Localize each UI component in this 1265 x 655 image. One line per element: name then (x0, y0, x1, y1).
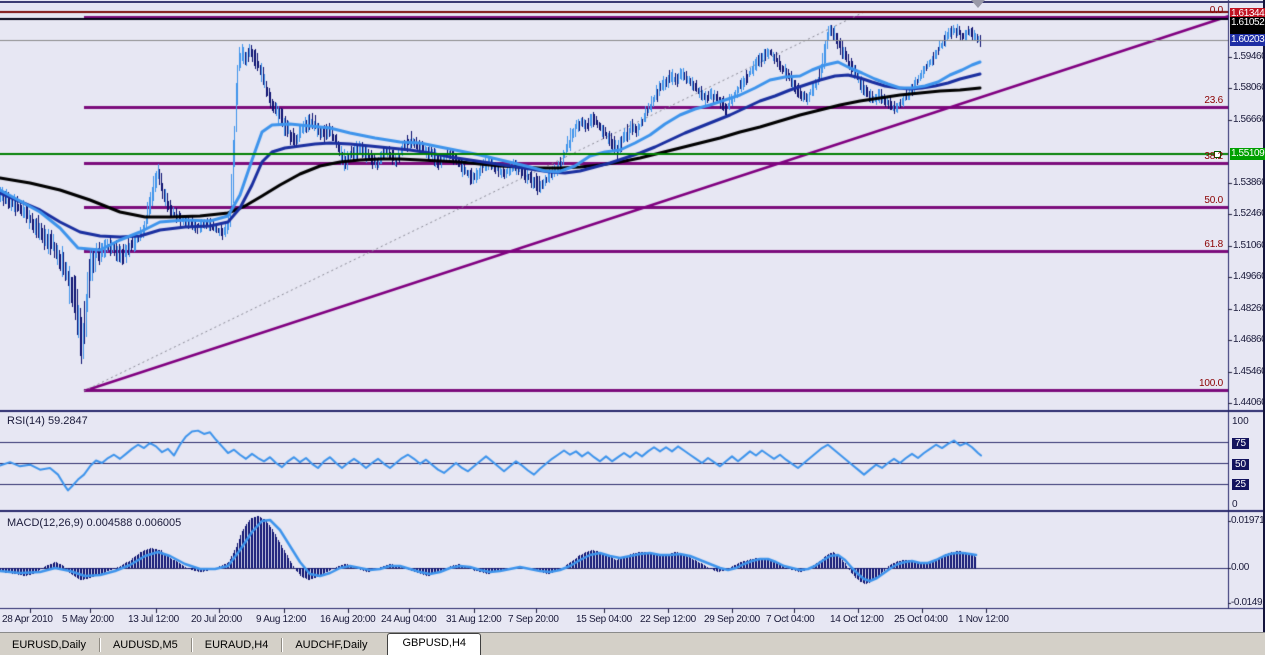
chart-tab-eurusd[interactable]: EURUSD,Daily (0, 636, 98, 655)
bid-price-badge: 1.60203 (1230, 34, 1265, 46)
macd-axis-label: -0.01491 (1231, 597, 1265, 608)
tab-separator (281, 638, 283, 652)
macd-indicator-title: MACD(12,26,9) 0.004588 0.006005 (7, 517, 182, 529)
rsi-level-label: 100 (1232, 416, 1249, 427)
price-axis-label: 1.56660 (1233, 114, 1265, 125)
time-axis-label: 7 Oct 04:00 (766, 614, 815, 625)
hidden-price-badge (1230, 27, 1265, 34)
window-top-border (0, 1, 1265, 3)
time-axis-label: 7 Sep 20:00 (508, 614, 559, 625)
time-axis-label: 5 May 20:00 (62, 614, 114, 625)
tab-separator (190, 638, 192, 652)
macd-axis-label: 0.00 (1231, 562, 1249, 573)
chart-tab-euraud[interactable]: EURAUD,H4 (193, 636, 281, 655)
chart-tab-audusd[interactable]: AUDUSD,M5 (101, 636, 190, 655)
price-axis-label: 1.49660 (1233, 271, 1265, 282)
tab-separator (98, 638, 100, 652)
chart-tab-gbpusd[interactable]: GBPUSD,H4 (387, 633, 482, 655)
time-axis-label: 31 Aug 12:00 (446, 614, 502, 625)
green-line-price-badge: 1.55109 (1230, 148, 1265, 160)
price-axis-label: 1.59460 (1233, 51, 1265, 62)
price-axis-label: 1.58060 (1233, 82, 1265, 93)
trading-chart-window: 1.59460 1.58060 1.56660 1.53860 1.52460 1.510… (0, 0, 1265, 655)
time-axis-label: 1 Nov 12:00 (958, 614, 1009, 625)
time-axis-label: 25 Oct 04:00 (894, 614, 948, 625)
price-axis-label: 1.46860 (1233, 334, 1265, 345)
time-axis-label: 29 Sep 20:00 (704, 614, 760, 625)
macd-axis-label: 0.019711 (1231, 515, 1265, 526)
price-axis-label: 1.51060 (1233, 240, 1265, 251)
price-axis-label: 1.52460 (1233, 208, 1265, 219)
price-axis-label: 1.45460 (1233, 366, 1265, 377)
fib-level-label: 100.0 (1198, 378, 1223, 389)
rsi-level-label: 0 (1232, 499, 1238, 510)
chart-shift-marker-icon[interactable] (971, 0, 985, 8)
price-axis-label: 1.44060 (1233, 397, 1265, 408)
fib-level-label: 23.6 (1204, 95, 1223, 106)
rsi-level-label: 25 (1232, 479, 1250, 490)
time-axis-label: 9 Aug 12:00 (256, 614, 307, 625)
time-axis-label: 20 Jul 20:00 (191, 614, 242, 625)
rsi-level-label: 75 (1232, 438, 1250, 449)
fib-level-label: 0.0 (1209, 5, 1224, 16)
time-axis-label: 28 Apr 2010 (2, 614, 53, 625)
time-axis-label: 13 Jul 12:00 (128, 614, 179, 625)
time-axis-label: 15 Sep 04:00 (576, 614, 632, 625)
time-axis-label: 24 Aug 04:00 (381, 614, 437, 625)
fib-level-label: 50.0 (1204, 195, 1223, 206)
price-axis-label: 1.48260 (1233, 303, 1265, 314)
price-axis-label: 1.53860 (1233, 177, 1265, 188)
fib-level-label: 61.8 (1204, 239, 1223, 250)
chart-tab-bar: EURUSD,Daily AUDUSD,M5 EURAUD,H4 AUDCHF,Dai… (0, 632, 1265, 655)
chart-canvas[interactable] (0, 0, 1265, 632)
time-axis-label: 16 Aug 20:00 (320, 614, 376, 625)
rsi-indicator-title: RSI(14) 59.2847 (7, 415, 88, 427)
rsi-level-label: 50 (1232, 459, 1250, 470)
chart-tab-audchf[interactable]: AUDCHF,Daily (283, 636, 379, 655)
time-axis-label: 22 Sep 12:00 (640, 614, 696, 625)
time-axis-label: 14 Oct 12:00 (830, 614, 884, 625)
fib-level-label: 38.2 (1204, 151, 1223, 162)
